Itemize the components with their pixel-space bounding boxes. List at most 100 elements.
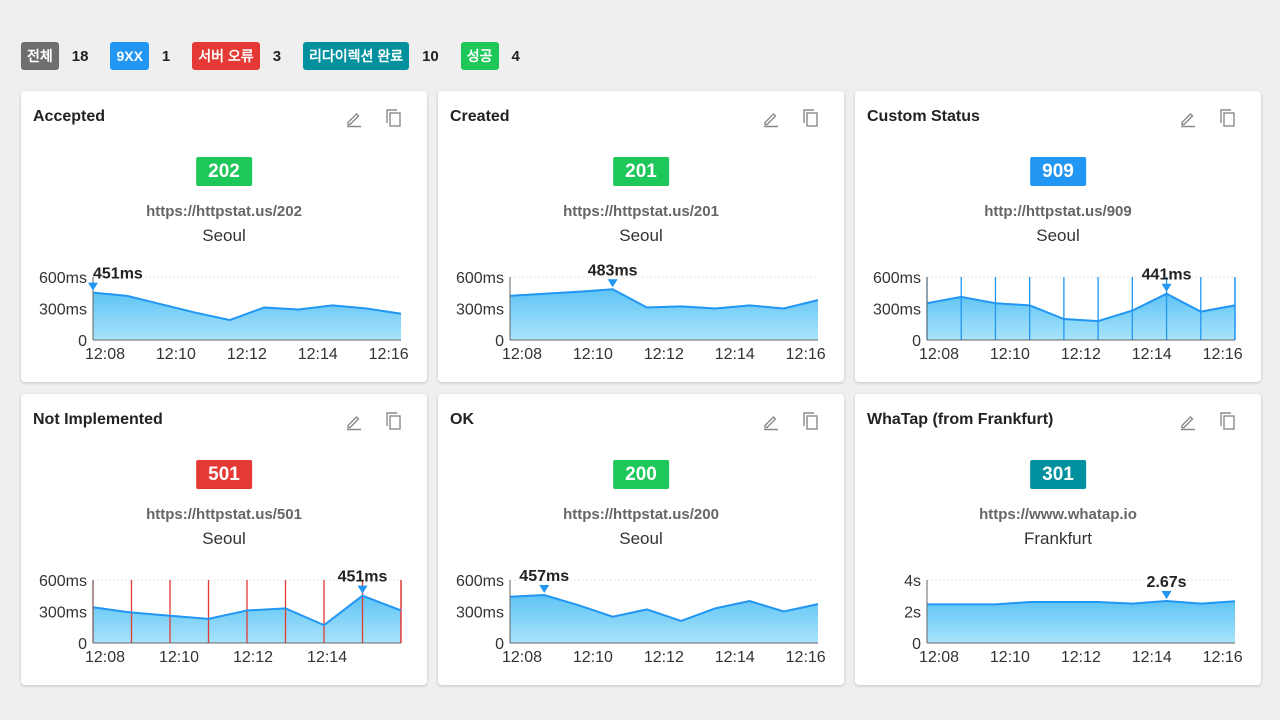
card-title: Custom Status — [867, 108, 980, 125]
filter-count: 18 — [71, 47, 89, 65]
x-tick-label: 12:10 — [156, 346, 196, 363]
x-tick-label: 12:16 — [369, 346, 409, 363]
x-tick-label: 12:08 — [919, 346, 959, 363]
x-tick-label: 12:10 — [990, 649, 1030, 666]
monitor-url: https://httpstat.us/201 — [563, 203, 719, 220]
monitor-card[interactable]: OK 200 https://httpstat.us/200 Seoul 0 300ms 6… — [438, 394, 844, 685]
filter-chip[interactable]: 전체 18 — [21, 42, 88, 70]
x-tick-label: 12:12 — [233, 649, 273, 666]
card-actions — [341, 105, 407, 131]
x-tick-label: 12:08 — [502, 649, 542, 666]
status-badge: 202 — [196, 157, 252, 186]
y-tick-label: 300ms — [39, 605, 87, 622]
x-tick-label: 12:14 — [307, 649, 347, 666]
monitor-card[interactable]: Custom Status 909 http://httpstat.us/909 Se… — [855, 91, 1261, 382]
peak-marker — [88, 282, 98, 291]
x-tick-label: 12:10 — [573, 346, 613, 363]
card-title: OK — [450, 411, 474, 428]
monitor-location: Seoul — [1036, 226, 1080, 245]
monitor-card[interactable]: WhaTap (from Frankfurt) 301 https://www.wh… — [855, 394, 1261, 685]
card-actions — [1175, 105, 1241, 131]
peak-label: 2.67s — [1147, 574, 1187, 591]
x-tick-label: 12:12 — [227, 346, 267, 363]
x-tick-label: 12:14 — [298, 346, 338, 363]
y-tick-label: 300ms — [456, 605, 504, 622]
peak-marker — [539, 585, 550, 594]
x-tick-label: 12:16 — [786, 346, 826, 363]
x-tick-label: 12:16 — [1203, 649, 1243, 666]
card-actions — [341, 408, 407, 434]
y-tick-label: 600ms — [39, 573, 87, 590]
card-title: WhaTap (from Frankfurt) — [867, 411, 1054, 428]
x-tick-label: 12:16 — [1203, 346, 1243, 363]
monitor-card[interactable]: Created 201 https://httpstat.us/201 Seoul 0 3… — [438, 91, 844, 382]
response-time-chart: 0300ms600ms12:08 12:10 12:12 12:14 12:16441m… — [873, 267, 1243, 363]
y-tick-label: 2s — [904, 605, 921, 622]
edit-icon[interactable] — [758, 408, 784, 434]
monitor-url: https://www.whatap.io — [979, 506, 1137, 523]
filter-count: 3 — [272, 47, 282, 65]
filter-chip[interactable]: 9XX 1 — [110, 42, 170, 70]
x-tick-label: 12:12 — [1061, 649, 1101, 666]
chart-area — [510, 289, 818, 340]
copy-icon[interactable] — [798, 105, 824, 131]
y-tick-label: 300ms — [456, 302, 504, 319]
x-tick-label: 12:14 — [715, 649, 755, 666]
card-title: Not Implemented — [33, 411, 163, 428]
x-tick-label: 12:08 — [85, 346, 125, 363]
filter-label: 서버 오류 — [192, 42, 260, 70]
y-tick-label: 300ms — [39, 302, 87, 319]
monitor-card[interactable]: Not Implemented 501 https://httpstat.us/50… — [21, 394, 427, 685]
response-time-chart: 0300ms600ms12:08 12:10 12:12 12:14 12:16457m… — [456, 568, 826, 666]
filter-chip[interactable]: 리다이렉션 완료 10 — [303, 42, 439, 70]
edit-icon[interactable] — [341, 105, 367, 131]
copy-icon[interactable] — [381, 408, 407, 434]
monitor-url: https://httpstat.us/200 — [563, 506, 719, 523]
status-badge: 501 — [196, 460, 252, 489]
chart-area — [510, 595, 818, 643]
card-title: Created — [450, 108, 510, 125]
filter-label: 성공 — [460, 42, 499, 70]
status-badge: 200 — [613, 460, 669, 489]
monitor-card[interactable]: Accepted 202 https://httpstat.us/202 Seoul 0… — [21, 91, 427, 382]
card-actions — [758, 105, 824, 131]
status-badge: 201 — [613, 157, 669, 186]
edit-icon[interactable] — [758, 105, 784, 131]
monitor-location: Seoul — [202, 226, 246, 245]
monitor-location: Seoul — [619, 226, 663, 245]
filter-chip[interactable]: 서버 오류 3 — [192, 42, 281, 70]
filter-chip[interactable]: 성공 4 — [460, 42, 520, 70]
x-tick-label: 12:12 — [644, 346, 684, 363]
x-tick-label: 12:08 — [919, 649, 959, 666]
chart-area — [927, 600, 1235, 643]
y-tick-label: 300ms — [873, 302, 921, 319]
monitor-url: https://httpstat.us/501 — [146, 506, 302, 523]
x-tick-label: 12:14 — [715, 346, 755, 363]
copy-icon[interactable] — [1215, 105, 1241, 131]
copy-icon[interactable] — [381, 105, 407, 131]
status-badge: 301 — [1030, 460, 1086, 489]
response-time-chart: 0300ms600ms12:08 12:10 12:12 12:14 12:16483m… — [456, 262, 826, 363]
x-tick-label: 12:14 — [1132, 649, 1172, 666]
edit-icon[interactable] — [341, 408, 367, 434]
peak-label: 457ms — [519, 568, 569, 585]
monitor-location: Seoul — [619, 529, 663, 548]
peak-marker — [607, 279, 618, 288]
monitor-location: Frankfurt — [1023, 529, 1093, 548]
monitor-url: https://httpstat.us/202 — [146, 203, 302, 220]
peak-marker — [1161, 283, 1172, 292]
card-actions — [1175, 408, 1241, 434]
copy-icon[interactable] — [798, 408, 824, 434]
y-tick-label: 600ms — [39, 270, 87, 287]
y-tick-label: 600ms — [456, 270, 504, 287]
x-tick-label: 12:12 — [1061, 346, 1101, 363]
edit-icon[interactable] — [1175, 408, 1201, 434]
card-title: Accepted — [33, 108, 106, 125]
response-time-chart: 0300ms600ms12:08 12:10 12:12 12:14 12:16451m… — [39, 266, 409, 363]
edit-icon[interactable] — [1175, 105, 1201, 131]
x-tick-label: 12:10 — [990, 346, 1030, 363]
peak-marker — [1161, 590, 1172, 599]
peak-label: 441ms — [1142, 267, 1192, 284]
copy-icon[interactable] — [1215, 408, 1241, 434]
monitor-location: Seoul — [202, 529, 246, 548]
